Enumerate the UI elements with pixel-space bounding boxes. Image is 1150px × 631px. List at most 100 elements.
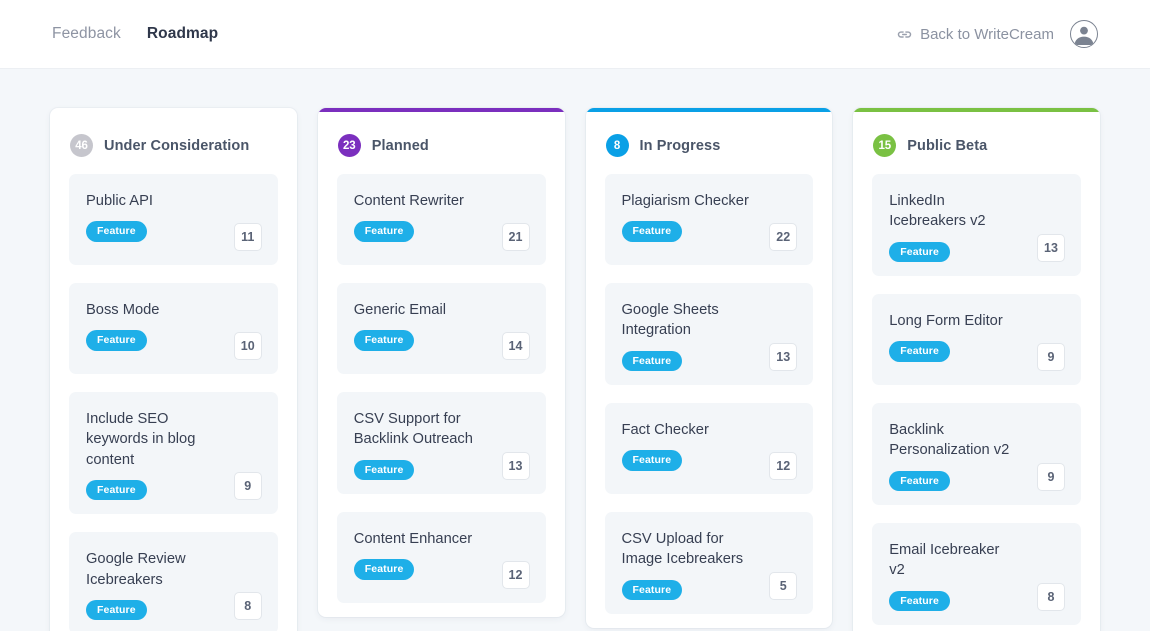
roadmap-card[interactable]: Boss Mode Feature 10 <box>69 283 278 374</box>
card-title: Include SEO keywords in blog content <box>86 411 196 468</box>
card-footer: Feature 8 <box>86 592 262 621</box>
card-vote-count[interactable]: 21 <box>501 223 530 251</box>
card-title: Content Enhancer <box>353 531 473 548</box>
card-tag-badge[interactable]: Feature <box>621 350 683 372</box>
card-footer: Feature 22 <box>621 221 798 251</box>
card-title: Backlink Personalization v2 <box>889 422 1010 459</box>
column-title: Planned <box>371 137 429 154</box>
card-title: Content Rewriter <box>353 193 464 209</box>
column-count-badge: 15 <box>873 134 897 157</box>
roadmap-card[interactable]: LinkedIn Icebreakers v2 Feature 13 <box>872 174 1081 277</box>
card-title: Generic Email <box>353 302 446 318</box>
top-header-bar: Feedback Roadmap Back to WriteCream <box>0 0 1150 69</box>
card-vote-count[interactable]: 12 <box>501 561 530 590</box>
user-avatar-icon[interactable] <box>1070 20 1098 48</box>
roadmap-card[interactable]: Public API Feature 11 <box>69 174 278 265</box>
roadmap-board: 46 Under Consideration Public API Feature 11… <box>0 69 1150 631</box>
card-tag-badge[interactable]: Feature <box>889 470 950 492</box>
card-footer: Feature 5 <box>621 572 798 601</box>
nav-item-feedback[interactable]: Feedback <box>52 21 121 47</box>
header-right-group: Back to WriteCream <box>896 20 1098 48</box>
card-vote-count[interactable]: 8 <box>1037 583 1065 612</box>
column-title: Under Consideration <box>104 137 250 154</box>
card-title: LinkedIn Icebreakers v2 <box>889 193 986 230</box>
column-count-badge: 46 <box>70 134 93 157</box>
card-footer: Feature 13 <box>353 452 530 481</box>
card-title: Public API <box>86 193 153 209</box>
roadmap-card[interactable]: Include SEO keywords in blog content Feat… <box>69 392 278 515</box>
card-footer: Feature 8 <box>889 583 1065 612</box>
card-footer: Feature 13 <box>621 343 798 372</box>
card-tag-badge[interactable]: Feature <box>353 221 415 242</box>
card-tag-badge[interactable]: Feature <box>86 479 147 501</box>
column-card-list: LinkedIn Icebreakers v2 Feature 13 Long For… <box>853 169 1100 626</box>
card-tag-badge[interactable]: Feature <box>621 221 683 242</box>
card-tag-badge[interactable]: Feature <box>86 221 147 242</box>
card-tag-badge[interactable]: Feature <box>889 241 950 263</box>
card-tag-badge[interactable]: Feature <box>621 450 683 471</box>
card-footer: Feature 14 <box>353 330 530 360</box>
board-column: 15 Public Beta LinkedIn Icebreakers v2 Feat… <box>853 108 1100 631</box>
card-tag-badge[interactable]: Feature <box>889 590 950 612</box>
column-header: 23 Planned <box>318 112 565 169</box>
card-vote-count[interactable]: 22 <box>769 223 798 251</box>
card-vote-count[interactable]: 9 <box>1037 463 1065 492</box>
main-nav: Feedback Roadmap <box>52 21 218 47</box>
card-tag-badge[interactable]: Feature <box>86 599 147 621</box>
card-footer: Feature 9 <box>889 341 1065 372</box>
card-vote-count[interactable]: 14 <box>501 332 530 360</box>
roadmap-card[interactable]: Google Review Icebreakers Feature 8 <box>69 532 278 631</box>
card-title: Boss Mode <box>86 302 160 318</box>
column-title: Public Beta <box>907 137 988 154</box>
column-title: In Progress <box>639 137 721 154</box>
back-to-writecream-link[interactable]: Back to WriteCream <box>896 26 1054 43</box>
roadmap-card[interactable]: Backlink Personalization v2 Feature 9 <box>872 403 1081 506</box>
roadmap-card[interactable]: Content Rewriter Feature 21 <box>336 174 546 265</box>
roadmap-card[interactable]: CSV Support for Backlink Outreach Feature… <box>336 392 546 495</box>
roadmap-card[interactable]: Content Enhancer Feature 12 <box>336 512 546 604</box>
roadmap-card[interactable]: Long Form Editor Feature 9 <box>872 294 1081 386</box>
card-vote-count[interactable]: 12 <box>769 452 798 481</box>
card-title: Google Sheets Integration <box>621 302 719 339</box>
card-tag-badge[interactable]: Feature <box>86 330 147 351</box>
card-title: Plagiarism Checker <box>621 193 749 209</box>
column-card-list: Content Rewriter Feature 21 Generic Email Fe… <box>318 169 565 604</box>
card-vote-count[interactable]: 13 <box>769 343 798 372</box>
card-footer: Feature 10 <box>86 330 262 360</box>
card-vote-count[interactable]: 5 <box>769 572 798 601</box>
nav-item-roadmap[interactable]: Roadmap <box>147 21 218 47</box>
column-header: 8 In Progress <box>586 112 833 169</box>
card-vote-count[interactable]: 11 <box>233 223 262 251</box>
column-card-list: Public API Feature 11 Boss Mode Feature 10 Inc… <box>50 169 297 631</box>
roadmap-card[interactable]: Plagiarism Checker Feature 22 <box>604 174 814 265</box>
column-count-badge: 8 <box>605 134 629 157</box>
card-vote-count[interactable]: 9 <box>1037 343 1065 372</box>
card-vote-count[interactable]: 13 <box>501 452 530 481</box>
column-card-list: Plagiarism Checker Feature 22 Google Sheets… <box>586 169 833 615</box>
card-vote-count[interactable]: 10 <box>233 332 262 360</box>
roadmap-card[interactable]: Email Icebreaker v2 Feature 8 <box>872 523 1081 626</box>
roadmap-card[interactable]: CSV Upload for Image Icebreakers Feature 5 <box>604 512 814 615</box>
card-vote-count[interactable]: 9 <box>233 472 262 501</box>
card-title: Long Form Editor <box>889 313 1003 330</box>
card-tag-badge[interactable]: Feature <box>621 579 683 601</box>
roadmap-card[interactable]: Fact Checker Feature 12 <box>604 403 814 495</box>
link-icon <box>896 26 913 43</box>
card-title: Fact Checker <box>621 422 709 439</box>
card-title: Google Review Icebreakers <box>86 551 186 588</box>
card-tag-badge[interactable]: Feature <box>889 341 950 362</box>
card-tag-badge[interactable]: Feature <box>353 330 415 351</box>
card-vote-count[interactable]: 13 <box>1037 234 1065 263</box>
roadmap-card[interactable]: Generic Email Feature 14 <box>336 283 546 374</box>
card-footer: Feature 21 <box>353 221 530 251</box>
roadmap-card[interactable]: Google Sheets Integration Feature 13 <box>604 283 814 386</box>
card-title: CSV Upload for Image Icebreakers <box>621 531 744 568</box>
board-column: 8 In Progress Plagiarism Checker Feature 22 G… <box>585 108 833 629</box>
card-footer: Feature 9 <box>889 463 1065 492</box>
board-column: 23 Planned Content Rewriter Feature 21 Generi… <box>317 108 565 618</box>
card-vote-count[interactable]: 8 <box>233 592 262 621</box>
card-footer: Feature 11 <box>86 221 262 251</box>
card-tag-badge[interactable]: Feature <box>353 459 415 481</box>
card-tag-badge[interactable]: Feature <box>353 559 415 580</box>
card-footer: Feature 9 <box>86 472 262 501</box>
